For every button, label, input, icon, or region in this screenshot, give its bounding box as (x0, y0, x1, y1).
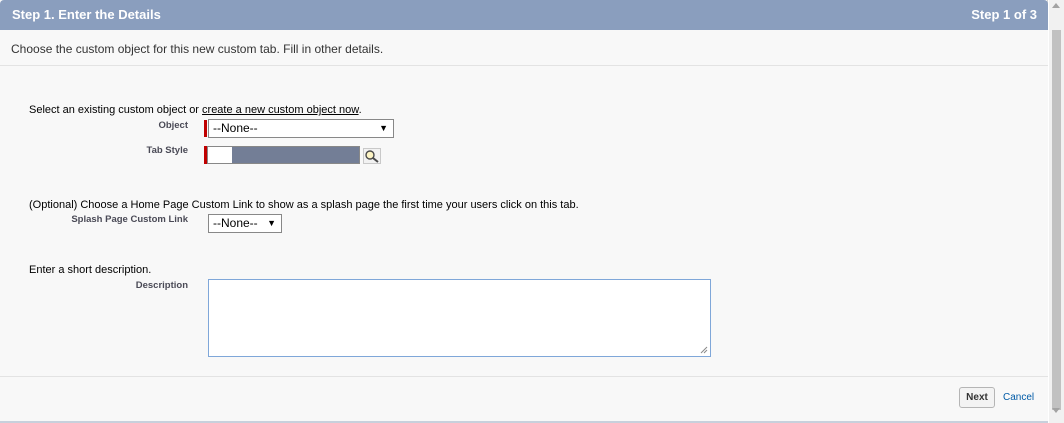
vertical-scrollbar[interactable] (1049, 0, 1064, 423)
wizard-panel: Step 1. Enter the Details Step 1 of 3 Ch… (0, 0, 1048, 421)
description-prompt: Enter a short description. (29, 264, 152, 276)
object-select-value: --None-- (213, 121, 258, 135)
tab-style-swatch (232, 147, 359, 163)
scroll-thumb[interactable] (1052, 30, 1061, 410)
splash-page-label: Splash Page Custom Link (71, 214, 188, 225)
tab-style-label: Tab Style (146, 145, 188, 156)
object-select[interactable]: --None-- ▼ (208, 119, 394, 138)
footer-band (0, 376, 1048, 421)
splash-prompt: (Optional) Choose a Home Page Custom Lin… (29, 199, 579, 211)
create-custom-object-link[interactable]: create a new custom object now (202, 104, 359, 116)
object-required-marker (204, 120, 207, 137)
cancel-link[interactable]: Cancel (1003, 392, 1034, 403)
intro-text: Choose the custom object for this new cu… (11, 42, 384, 56)
step-title: Step 1. Enter the Details (12, 7, 161, 22)
tab-style-field[interactable] (207, 146, 360, 164)
splash-page-select[interactable]: --None-- ▼ (208, 214, 282, 233)
object-label: Object (158, 120, 188, 131)
intro-band: Choose the custom object for this new cu… (0, 30, 1048, 66)
object-prompt-prefix: Select an existing custom object or (29, 104, 203, 116)
next-button[interactable]: Next (959, 387, 995, 408)
object-prompt-suffix: . (358, 104, 362, 116)
object-prompt: Select an existing custom object or crea… (29, 104, 362, 116)
step-header: Step 1. Enter the Details Step 1 of 3 (0, 0, 1048, 30)
scroll-up-arrow-icon[interactable] (1052, 3, 1060, 8)
lookup-icon[interactable] (363, 148, 381, 164)
step-indicator: Step 1 of 3 (971, 7, 1037, 22)
description-textarea[interactable] (208, 279, 711, 357)
splash-select-value: --None-- (213, 216, 258, 230)
resize-grip-icon[interactable] (700, 346, 708, 354)
dropdown-arrow-icon: ▼ (267, 218, 276, 228)
scroll-down-arrow-icon[interactable] (1052, 408, 1060, 413)
description-label: Description (135, 280, 188, 291)
page: Step 1. Enter the Details Step 1 of 3 Ch… (0, 0, 1064, 423)
dropdown-arrow-icon: ▼ (379, 123, 388, 133)
